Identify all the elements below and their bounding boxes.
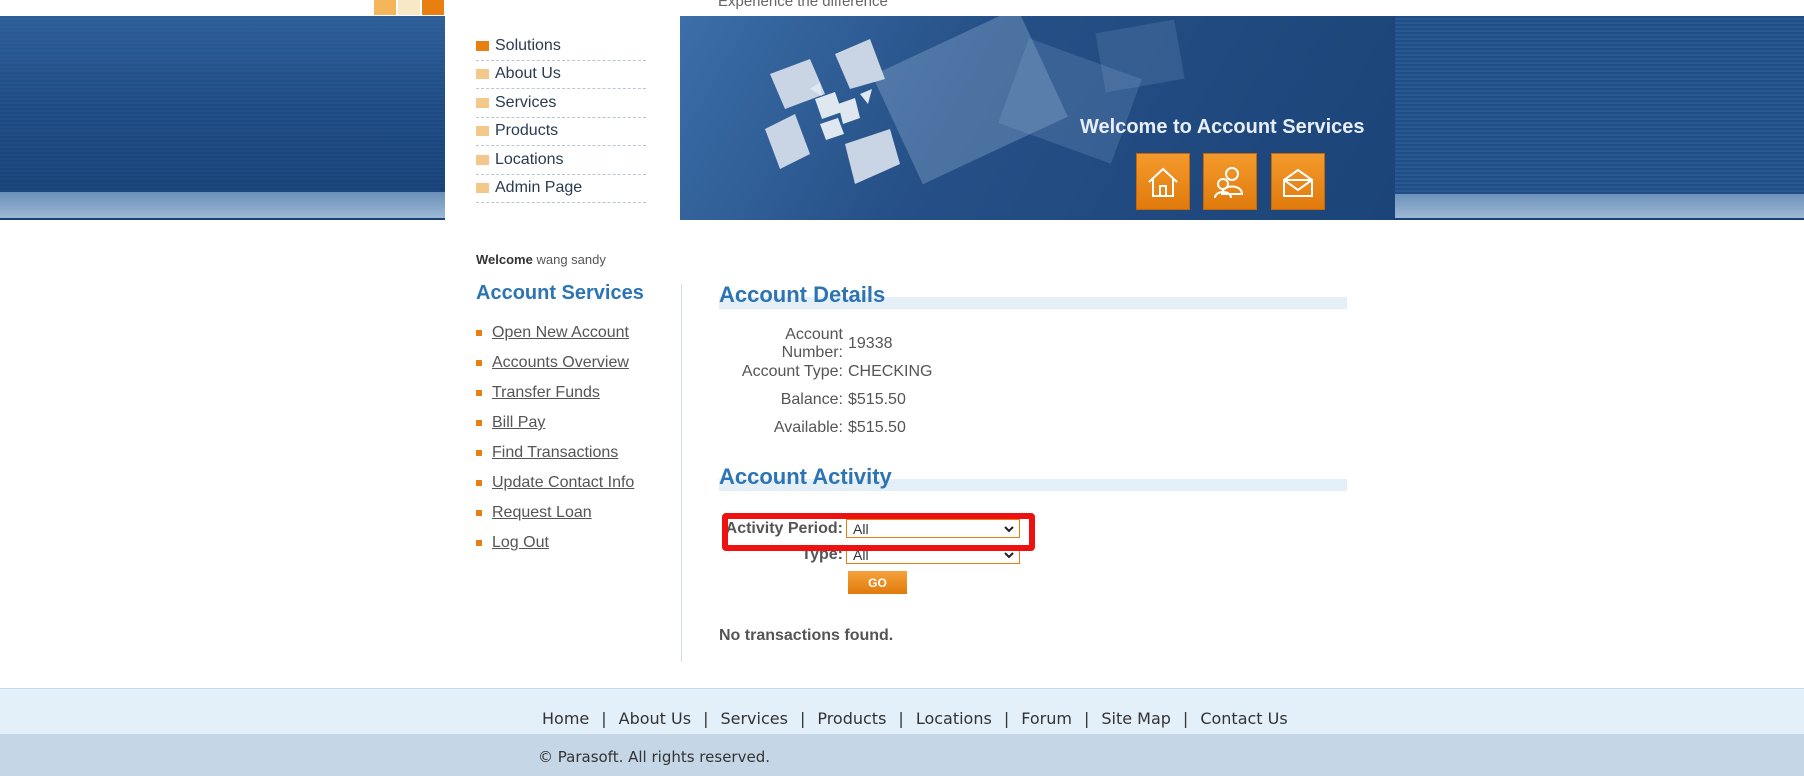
nav-item-admin-page[interactable]: Admin Page xyxy=(476,175,646,203)
footer-separator: | xyxy=(898,709,904,728)
column-divider xyxy=(681,284,682,662)
sidebar-link[interactable]: Transfer Funds xyxy=(492,384,600,402)
account-details: Account Number: 19338 Account Type: CHEC… xyxy=(722,326,933,442)
nav-item-label: Products xyxy=(495,122,559,140)
footer-link-services[interactable]: Services xyxy=(720,709,787,728)
sidebar-item-open-new-account: Open New Account xyxy=(476,318,634,348)
footer-link-products[interactable]: Products xyxy=(817,709,886,728)
nav-item-label: About Us xyxy=(495,65,561,83)
account-activity-title: Account Activity xyxy=(719,464,892,489)
footer-link-site-map[interactable]: Site Map xyxy=(1101,709,1171,728)
welcome-message: Welcome wang sandy xyxy=(476,252,606,267)
account-type-row: Account Type: CHECKING xyxy=(722,358,933,386)
footer-separator: | xyxy=(1003,709,1010,728)
contact-icon xyxy=(1214,166,1244,198)
go-button[interactable]: GO xyxy=(848,571,907,594)
highlight-box xyxy=(722,513,1035,551)
sidebar-link[interactable]: Update Contact Info xyxy=(492,474,634,492)
top-square-1 xyxy=(374,0,396,15)
footer-separator: | xyxy=(1083,709,1090,728)
sidebar-item-find-transactions: Find Transactions xyxy=(476,438,634,468)
footer-link-home[interactable]: Home xyxy=(542,709,589,728)
home-icon xyxy=(1148,167,1178,197)
footer-link-contact-us[interactable]: Contact Us xyxy=(1200,709,1287,728)
sidebar-item-update-contact-info: Update Contact Info xyxy=(476,468,634,498)
nav-item-label: Admin Page xyxy=(495,179,583,197)
sidebar-link[interactable]: Log Out xyxy=(492,534,549,552)
sidebar-item-log-out: Log Out xyxy=(476,528,634,558)
balance-label: Balance: xyxy=(780,391,843,408)
top-square-2 xyxy=(398,0,420,15)
welcome-prefix: Welcome xyxy=(476,252,533,267)
mail-icon xyxy=(1283,168,1313,197)
nav-item-services[interactable]: Services xyxy=(476,89,646,118)
email-button[interactable] xyxy=(1271,153,1325,210)
footer-nav: Home | About Us | Services | Products | … xyxy=(542,709,1288,728)
nav-item-about-us[interactable]: About Us xyxy=(476,61,646,89)
footer-separator: | xyxy=(703,709,709,728)
no-transactions-message: No transactions found. xyxy=(719,627,894,644)
available-label: Available: xyxy=(773,419,843,436)
available-row: Available: $515.50 xyxy=(722,414,932,442)
contact-button[interactable] xyxy=(1203,153,1257,210)
header-band-right xyxy=(1395,16,1804,194)
footer-separator: | xyxy=(601,709,607,728)
account-type-label: Account Type: xyxy=(741,363,843,380)
footer-link-locations[interactable]: Locations xyxy=(916,709,992,728)
copyright-text: © Parasoft. All rights reserved. xyxy=(538,748,770,766)
sidebar-link[interactable]: Find Transactions xyxy=(492,444,618,462)
sidebar-title: Account Services xyxy=(476,282,644,304)
nav-item-label: Solutions xyxy=(495,36,561,54)
top-square-3 xyxy=(422,0,444,15)
account-number-label: Account Number: xyxy=(781,326,843,361)
account-type-value: CHECKING xyxy=(848,363,933,380)
sidebar-link[interactable]: Request Loan xyxy=(492,504,592,522)
top-decoration xyxy=(374,0,446,15)
home-button[interactable] xyxy=(1136,153,1190,210)
sidebar-link[interactable]: Bill Pay xyxy=(492,414,545,432)
company-logo-icon xyxy=(765,39,900,184)
main-nav: Solutions About Us Services Products Loc… xyxy=(445,16,680,232)
account-number-value: 19338 xyxy=(848,335,893,352)
footer-link-forum[interactable]: Forum xyxy=(1021,709,1072,728)
footer-bottom-bar xyxy=(0,734,1804,776)
footer-link-about-us[interactable]: About Us xyxy=(619,709,691,728)
account-services-menu: Open New Account Accounts Overview Trans… xyxy=(476,318,634,558)
account-details-title: Account Details xyxy=(719,282,886,307)
nav-item-label: Services xyxy=(495,93,557,111)
balance-value: $515.50 xyxy=(848,391,906,408)
sidebar-item-bill-pay: Bill Pay xyxy=(476,408,634,438)
nav-item-locations[interactable]: Locations xyxy=(476,146,646,175)
balance-row: Balance: $515.50 xyxy=(722,386,932,414)
sidebar-link[interactable]: Accounts Overview xyxy=(492,354,629,372)
footer-separator: | xyxy=(1182,709,1189,728)
sidebar-link[interactable]: Open New Account xyxy=(492,324,629,342)
available-value: $515.50 xyxy=(848,419,906,436)
user-name: wang sandy xyxy=(536,252,606,267)
footer-separator: | xyxy=(799,709,806,728)
tagline: Experience the difference xyxy=(718,0,888,10)
sidebar-item-transfer-funds: Transfer Funds xyxy=(476,378,634,408)
nav-item-solutions[interactable]: Solutions xyxy=(476,32,646,61)
nav-item-products[interactable]: Products xyxy=(476,118,646,146)
sidebar-item-accounts-overview: Accounts Overview xyxy=(476,348,634,378)
account-number-row: Account Number: 19338 xyxy=(722,326,932,361)
nav-item-label: Locations xyxy=(495,150,564,168)
welcome-title: Welcome to Account Services xyxy=(1080,116,1365,138)
sidebar-item-request-loan: Request Loan xyxy=(476,498,634,528)
